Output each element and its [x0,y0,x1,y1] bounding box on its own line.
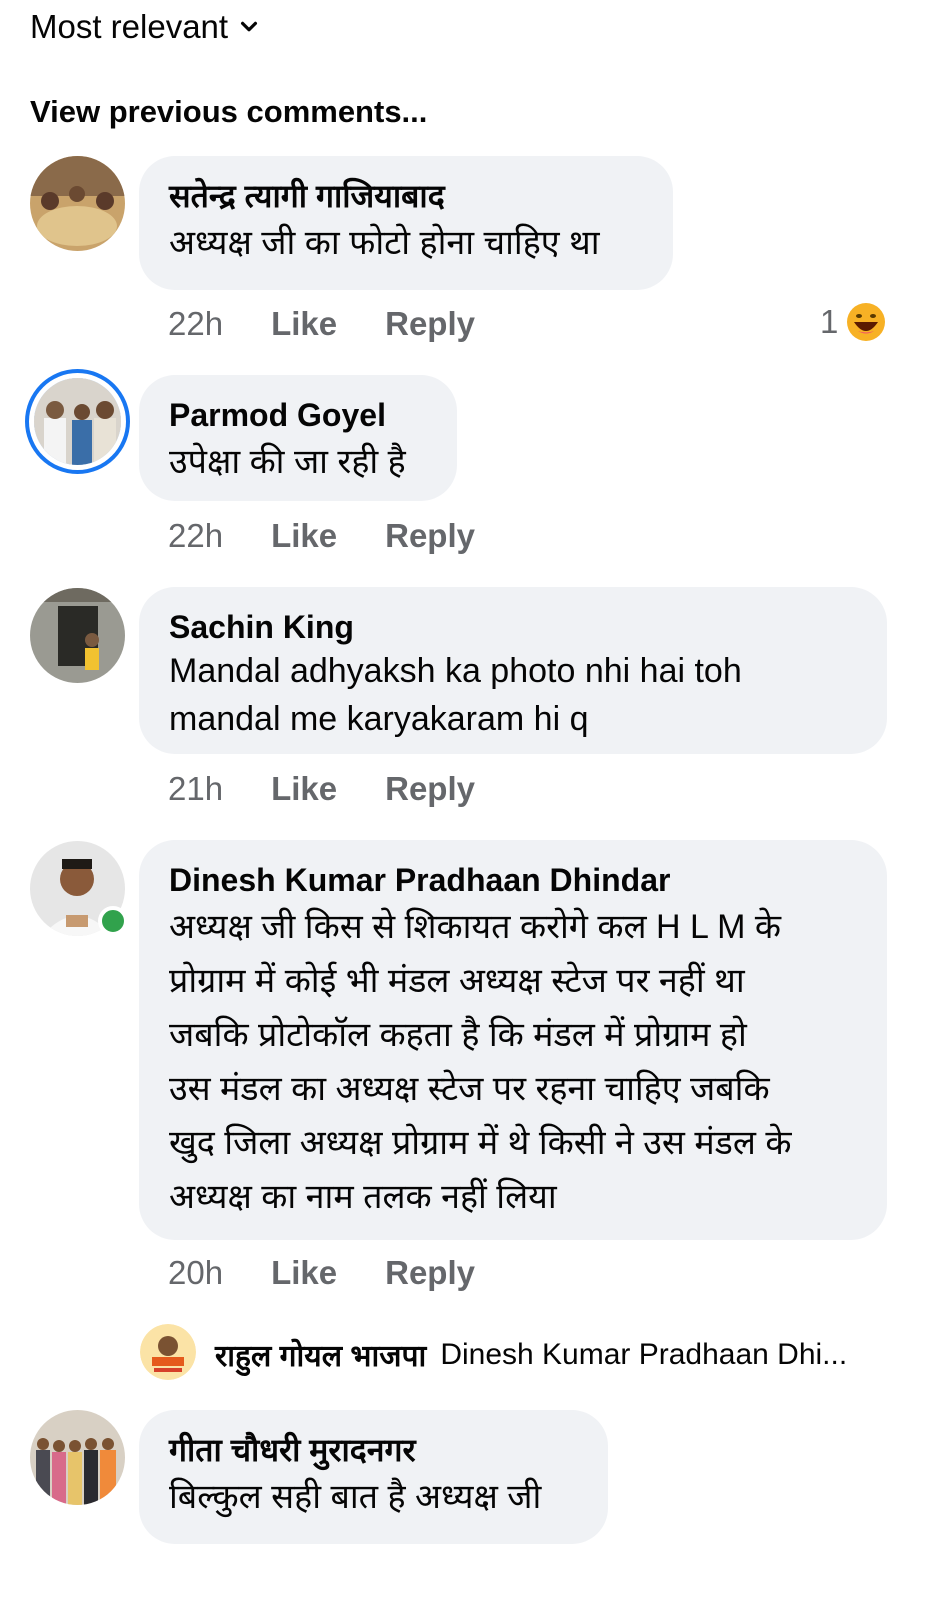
like-button[interactable]: Like [271,517,337,555]
comment-text-line: खुद जिला अध्यक्ष प्रोग्राम में थे किसी न… [169,1124,792,1162]
comment-text: अध्यक्ष जी का फोटो होना चाहिए था [169,224,600,262]
comment-actions: 20h Like Reply [168,1254,475,1292]
comment-author[interactable]: Dinesh Kumar Pradhaan Dhindar [169,860,857,900]
reply-button[interactable]: Reply [385,1254,475,1292]
comment-time[interactable]: 20h [168,1254,223,1292]
online-status-dot [98,906,128,936]
comment-author[interactable]: गीता चौधरी मुरादनगर [169,1430,578,1470]
comment-text: उपेक्षा की जा रही है [169,443,406,481]
reaction-summary[interactable]: 1 [820,302,886,342]
sort-selector[interactable]: Most relevant [30,8,260,46]
like-button[interactable]: Like [271,1254,337,1292]
reply-avatar[interactable] [140,1324,196,1380]
comment-author[interactable]: सतेन्द्र त्यागी गाजियाबाद [169,176,643,216]
avatar[interactable] [30,156,125,251]
comment-time[interactable]: 22h [168,305,223,343]
comment-author[interactable]: Parmod Goyel [169,395,427,435]
comment-bubble: Dinesh Kumar Pradhaan Dhindar अध्यक्ष जी… [139,840,887,1240]
comment-actions: 22h Like Reply [168,305,475,343]
comment-bubble: Sachin King Mandal adhyaksh ka photo nhi… [139,587,887,754]
comment-text-line: जबकि प्रोटोकॉल कहता है कि मंडल में प्रोग… [169,1016,747,1054]
comment-text-line: mandal me karyakaram hi q [169,700,589,738]
comment-time[interactable]: 22h [168,517,223,555]
comment-text-line: अध्यक्ष जी किस से शिकायत करोगे कल H L M … [169,908,781,946]
reaction-count: 1 [820,303,839,340]
reply-button[interactable]: Reply [385,770,475,808]
reply-button[interactable]: Reply [385,305,475,343]
comment-author[interactable]: Sachin King [169,607,857,647]
haha-reaction-icon [847,303,886,341]
comment-text: बिल्कुल सही बात है अध्यक्ष जी [169,1478,542,1516]
reply-author[interactable]: राहुल गोयल भाजपा [215,1334,426,1375]
avatar[interactable] [34,378,121,465]
avatar[interactable] [30,588,125,683]
comment-text-line: Mandal adhyaksh ka photo nhi hai toh [169,652,742,690]
view-previous-comments-link[interactable]: View previous comments... [30,94,427,130]
like-button[interactable]: Like [271,770,337,808]
comment-text-line: अध्यक्ष का नाम तलक नहीं लिया [169,1178,557,1216]
comment-text-line: उस मंडल का अध्यक्ष स्टेज पर रहना चाहिए ज… [169,1070,770,1108]
comment-bubble: Parmod Goyel उपेक्षा की जा रही है [139,375,457,501]
sort-label: Most relevant [30,8,229,45]
avatar[interactable] [30,1410,125,1505]
comments-page: Most relevant View previous comments... … [0,0,935,1600]
comment-actions: 21h Like Reply [168,770,475,808]
like-button[interactable]: Like [271,305,337,343]
reply-preview[interactable]: राहुल गोयल भाजपा Dinesh Kumar Pradhaan D… [215,1334,847,1375]
comment-bubble: गीता चौधरी मुरादनगर बिल्कुल सही बात है अ… [139,1410,608,1544]
comment-text-line: प्रोग्राम में कोई भी मंडल अध्यक्ष स्टेज … [169,962,745,1000]
comment-bubble: सतेन्द्र त्यागी गाजियाबाद अध्यक्ष जी का … [139,156,673,290]
comment-actions: 22h Like Reply [168,517,475,555]
reply-text-snippet: Dinesh Kumar Pradhaan Dhi... [440,1337,848,1371]
reply-button[interactable]: Reply [385,517,475,555]
comment-time[interactable]: 21h [168,770,223,808]
chevron-down-icon [241,21,258,32]
